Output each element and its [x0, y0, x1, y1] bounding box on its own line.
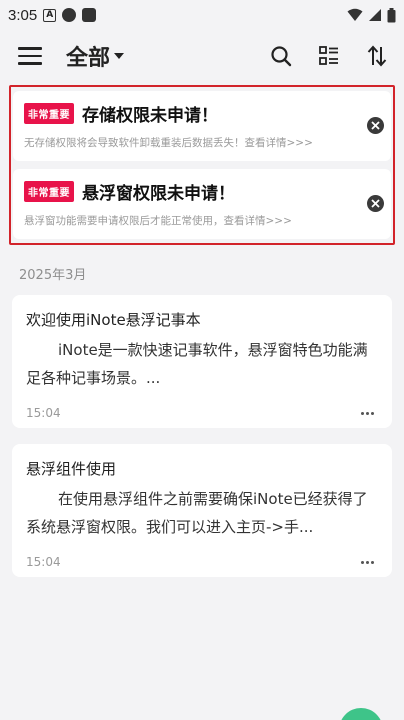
- notification-square-icon: [82, 8, 97, 22]
- battery-icon: [387, 7, 396, 22]
- alert-title: 存储权限未申请！: [82, 106, 218, 126]
- status-bar: 3:05 A: [0, 0, 404, 30]
- menu-icon-bar: [18, 54, 42, 58]
- storage-permission-alert[interactable]: 非常重要 存储权限未申请！ 无存储权限将会导致软件卸载重装后数据丢失！查看详情>…: [13, 91, 391, 161]
- note-card[interactable]: 欢迎使用iNote悬浮记事本 iNote是一款快速记事软件，悬浮窗特色功能满足各…: [12, 295, 392, 428]
- menu-icon-bar: [18, 47, 42, 50]
- alert-header: 非常重要 悬浮窗权限未申请！: [24, 179, 381, 204]
- app-bar: 全部: [0, 30, 404, 82]
- month-header: 2025年3月: [19, 268, 87, 283]
- note-title: 悬浮组件使用: [26, 460, 117, 478]
- alert-description[interactable]: 无存储权限将会导致软件卸载重装后数据丢失！查看详情>>>: [24, 135, 381, 150]
- overlay-permission-alert[interactable]: 非常重要 悬浮窗权限未申请！ 悬浮窗功能需要申请权限后才能正常使用，查看详情>>…: [13, 169, 391, 239]
- note-footer: 15:04: [26, 555, 378, 569]
- menu-button[interactable]: [18, 44, 42, 68]
- note-card[interactable]: 悬浮组件使用 在使用悬浮组件之前需要确保iNote已经获得了系统悬浮窗权限。我们…: [12, 444, 392, 577]
- close-alert-button[interactable]: [367, 117, 384, 134]
- note-title: 欢迎使用iNote悬浮记事本: [26, 311, 201, 329]
- status-right: [347, 7, 396, 23]
- search-button[interactable]: [268, 43, 294, 69]
- menu-icon-bar: [18, 62, 42, 65]
- alert-header: 非常重要 存储权限未申请！: [24, 101, 381, 126]
- close-icon: [371, 121, 380, 130]
- more-options-button[interactable]: [357, 408, 378, 419]
- note-time: 15:04: [26, 555, 61, 569]
- caret-down-icon: [114, 53, 125, 59]
- sort-icon: [367, 45, 387, 67]
- category-dropdown[interactable]: 全部: [66, 40, 125, 72]
- wifi-icon: [347, 8, 363, 21]
- more-dot-icon: [361, 560, 364, 564]
- page-title: 全部: [66, 46, 111, 71]
- sort-button[interactable]: [364, 43, 390, 69]
- status-time: 3:05: [8, 6, 38, 24]
- note-footer: 15:04: [26, 406, 378, 420]
- status-left: 3:05 A: [8, 6, 97, 24]
- close-alert-button[interactable]: [367, 195, 384, 212]
- more-dot-icon: [371, 411, 374, 415]
- search-icon: [271, 46, 292, 67]
- notification-circle-icon: [62, 8, 77, 22]
- alert-description[interactable]: 悬浮窗功能需要申请权限后才能正常使用，查看详情>>>: [24, 213, 381, 228]
- importance-badge: 非常重要: [24, 103, 74, 124]
- signal-icon: [369, 9, 381, 21]
- note-time: 15:04: [26, 406, 61, 420]
- add-note-button[interactable]: [339, 708, 383, 720]
- more-dot-icon: [366, 411, 369, 415]
- close-icon: [371, 199, 380, 208]
- note-body: iNote是一款快速记事软件，悬浮窗特色功能满足各种记事场景。...: [26, 341, 368, 387]
- more-dot-icon: [366, 560, 369, 564]
- view-toggle-button[interactable]: [316, 43, 342, 69]
- view-toggle-icon: [319, 46, 338, 65]
- alert-title: 悬浮窗权限未申请！: [82, 184, 235, 204]
- more-dot-icon: [371, 560, 374, 564]
- note-body: 在使用悬浮组件之前需要确保iNote已经获得了系统悬浮窗权限。我们可以进入主页-…: [26, 490, 368, 536]
- importance-badge: 非常重要: [24, 181, 74, 202]
- permission-alerts: 非常重要 存储权限未申请！ 无存储权限将会导致软件卸载重装后数据丢失！查看详情>…: [9, 85, 395, 245]
- notification-a-icon: A: [43, 8, 57, 22]
- app-actions: [268, 43, 390, 69]
- more-options-button[interactable]: [357, 557, 378, 568]
- more-dot-icon: [361, 411, 364, 415]
